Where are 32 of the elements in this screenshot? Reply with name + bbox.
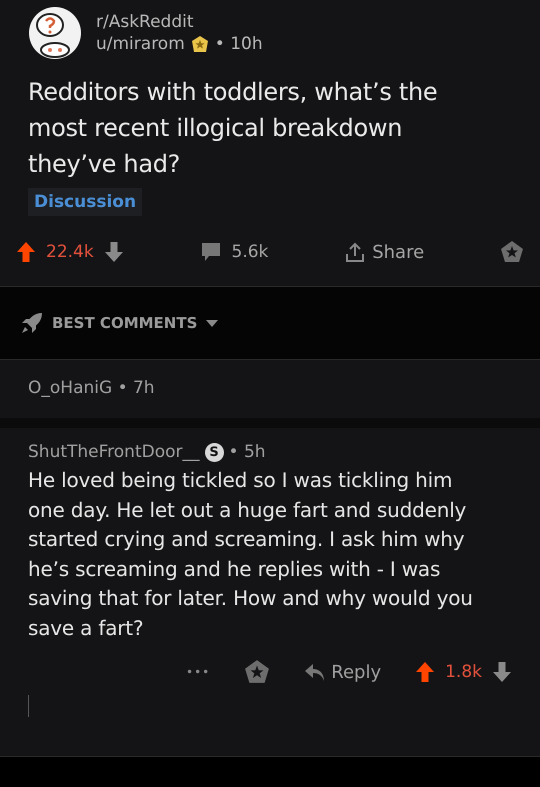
upvote-icon[interactable] [415, 661, 436, 683]
comment-icon[interactable] [200, 241, 222, 263]
reply-icon [304, 662, 326, 682]
comment-author[interactable]: ShutTheFrontDoor__ [28, 442, 200, 462]
post-title: Redditors with toddlers, what’s the most recent illogical breakdown they’ve had? [28, 77, 438, 180]
subreddit-avatar-icon [28, 6, 82, 60]
share-icon [344, 241, 366, 263]
post-author[interactable]: u/mirarom [96, 33, 185, 55]
comment-time: • 5h [228, 442, 266, 462]
downvote-icon[interactable] [104, 241, 124, 263]
caret-icon [205, 318, 220, 328]
subreddit-name[interactable]: r/AskReddit [96, 11, 263, 33]
post-flair: Discussion [28, 188, 142, 216]
comment-body: He loved being tickled so I was tickling him one day. He let out a huge fart and suddenly started crying and screaming. I ask him why he’s screaming and he replies with - I was saving that for later. How and why would you save a fart? [28, 467, 474, 642]
award-icon[interactable] [244, 659, 270, 685]
more-options[interactable]: ••• [186, 665, 210, 679]
comment-count: 5.6k [232, 242, 268, 262]
post-score: 22.4k [46, 242, 94, 262]
reply-button[interactable]: Reply [304, 662, 382, 682]
comment-author[interactable]: O_oHaniG [28, 378, 112, 398]
user-badge: S [204, 442, 224, 462]
rocket-icon [20, 311, 44, 335]
downvote-icon[interactable] [492, 661, 512, 683]
upvote-icon[interactable] [16, 241, 36, 263]
sort-dropdown[interactable]: BEST COMMENTS [52, 314, 220, 332]
share-button[interactable]: Share [344, 241, 424, 263]
collapsed-comment[interactable]: O_oHaniG • 7h [0, 360, 540, 428]
comment-score: 1.8k [445, 662, 482, 682]
award-icon[interactable] [500, 240, 524, 264]
post-time: • 10h [214, 33, 263, 55]
comment-time: • 7h [118, 378, 155, 398]
award-icon [190, 34, 210, 54]
